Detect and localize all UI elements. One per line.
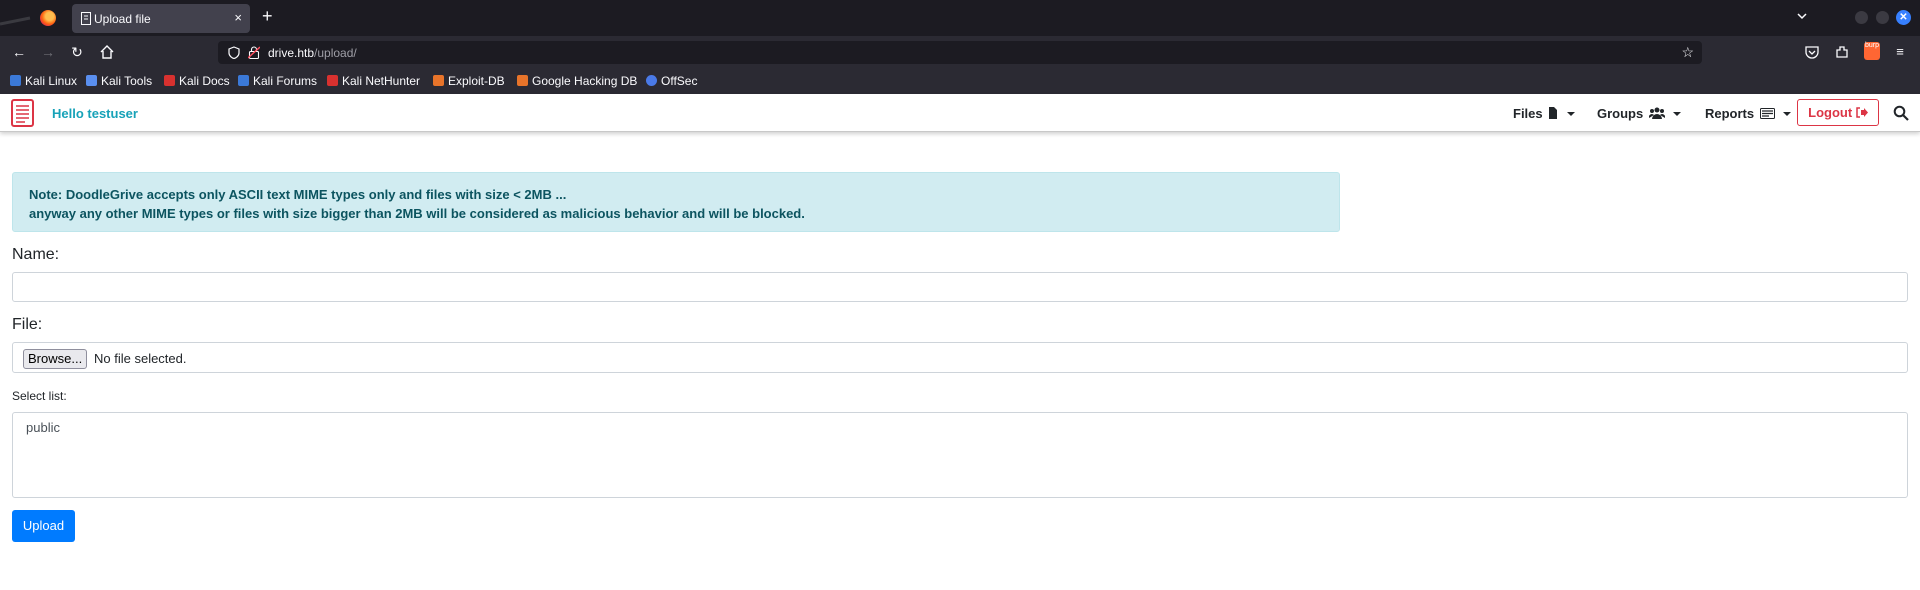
bookmark-label: Exploit-DB <box>448 74 505 88</box>
group-select-list[interactable]: public <box>12 412 1908 498</box>
tab-close-icon[interactable]: × <box>234 10 242 25</box>
search-icon[interactable] <box>1893 105 1909 121</box>
bookmarks-toolbar: Kali Linux Kali Tools Kali Docs Kali For… <box>0 69 1920 94</box>
url-path: /upload/ <box>314 46 357 60</box>
groups-menu[interactable]: Groups <box>1597 106 1682 121</box>
tab-upload-file[interactable]: Upload file × <box>72 4 250 33</box>
select-list-label: Select list: <box>12 389 67 403</box>
bookmark-label: Kali Forums <box>253 74 318 88</box>
bookmark-label: Kali Linux <box>25 74 78 88</box>
bookmark-kali-nethunter[interactable]: Kali NetHunter <box>327 74 420 88</box>
insecure-lock-icon[interactable] <box>248 46 260 59</box>
bookmark-star-icon[interactable]: ☆ <box>1681 44 1694 61</box>
groups-menu-label: Groups <box>1597 106 1644 121</box>
alert-line-1: Note: DoodleGrive accepts only ASCII tex… <box>29 187 567 202</box>
list-all-tabs-icon[interactable] <box>1795 9 1809 23</box>
new-tab-button[interactable]: + <box>262 7 273 25</box>
ghdb-icon <box>517 75 528 86</box>
bookmark-offsec[interactable]: OffSec <box>646 74 697 88</box>
bookmark-google-hacking-db[interactable]: Google Hacking DB <box>517 74 637 88</box>
bookmark-kali-tools[interactable]: Kali Tools <box>86 74 152 88</box>
chevron-down-icon <box>1673 112 1682 116</box>
file-input[interactable]: Browse... No file selected. <box>12 342 1908 373</box>
close-window-button[interactable]: ✕ <box>1896 10 1911 25</box>
kali-icon <box>10 75 21 86</box>
hamburger-menu-icon[interactable]: ≡ <box>1892 44 1908 60</box>
browse-button[interactable]: Browse... <box>23 349 88 369</box>
bookmark-kali-forums[interactable]: Kali Forums <box>238 74 317 88</box>
logout-button[interactable]: Logout <box>1797 99 1879 126</box>
upload-button[interactable]: Upload <box>12 510 75 542</box>
maximize-window-button[interactable] <box>1876 11 1889 24</box>
bookmark-exploit-db[interactable]: Exploit-DB <box>433 74 505 88</box>
files-menu[interactable]: Files <box>1513 106 1575 121</box>
file-label: File: <box>12 316 43 333</box>
greeting-link[interactable]: Hello testuser <box>52 106 138 121</box>
chevron-down-icon <box>1566 112 1575 116</box>
extensions-icon[interactable] <box>1834 44 1850 60</box>
kali-forums-icon <box>238 75 249 86</box>
bookmark-label: Kali NetHunter <box>342 74 421 88</box>
address-bar[interactable]: drive.htb/upload/ ☆ <box>218 41 1702 64</box>
app-navbar: Hello testuser Files Groups Reports Logo… <box>0 94 1920 132</box>
nethunter-icon <box>327 75 338 86</box>
select-option-public[interactable]: public <box>26 420 60 435</box>
url-host: drive.htb <box>268 46 315 60</box>
back-icon[interactable]: ← <box>11 44 27 60</box>
bookmark-kali-docs[interactable]: Kali Docs <box>164 74 230 88</box>
report-card-icon <box>1759 108 1775 119</box>
browser-nav-bar: ← → ↻ drive.htb/upload/ ☆ burp ≡ <box>0 36 1920 69</box>
mime-notice-alert: Note: DoodleGrive accepts only ASCII tex… <box>12 172 1340 232</box>
reports-menu-label: Reports <box>1705 106 1755 121</box>
offsec-icon <box>646 75 657 86</box>
home-icon[interactable] <box>99 44 115 60</box>
bookmark-label: OffSec <box>661 74 698 88</box>
url-text[interactable]: drive.htb/upload/ <box>268 46 357 60</box>
exploit-db-icon <box>433 75 444 86</box>
reload-icon[interactable]: ↻ <box>69 44 85 60</box>
page-icon <box>81 12 91 25</box>
name-label: Name: <box>12 246 60 263</box>
minimize-window-button[interactable] <box>1855 11 1868 24</box>
forward-icon[interactable]: → <box>40 44 56 60</box>
bookmark-label: Kali Tools <box>101 74 153 88</box>
file-icon <box>1549 107 1558 119</box>
browser-tab-bar: Upload file × + ✕ <box>0 0 1920 36</box>
firefox-icon[interactable] <box>40 10 56 26</box>
users-icon <box>1648 107 1665 119</box>
tab-title: Upload file <box>94 12 151 26</box>
reports-menu[interactable]: Reports <box>1705 106 1792 121</box>
sign-out-icon <box>1856 107 1868 118</box>
alert-line-2: anyway any other MIME types or files wit… <box>29 206 805 221</box>
bookmark-label: Kali Docs <box>179 74 230 88</box>
pocket-icon[interactable] <box>1804 44 1820 60</box>
kali-tools-icon <box>86 75 97 86</box>
files-menu-label: Files <box>1513 106 1543 121</box>
chevron-down-icon <box>1783 112 1792 116</box>
no-file-selected-text: No file selected. <box>94 351 187 366</box>
tracking-protection-shield-icon[interactable] <box>228 46 240 59</box>
window-edge-decoration <box>0 16 31 26</box>
document-logo-icon[interactable] <box>9 98 37 128</box>
bookmark-kali-linux[interactable]: Kali Linux <box>10 74 77 88</box>
name-input[interactable] <box>12 272 1908 302</box>
bookmark-label: Google Hacking DB <box>532 74 638 88</box>
logout-label: Logout <box>1808 105 1853 120</box>
burp-extension-icon[interactable]: burp <box>1864 42 1880 60</box>
kali-docs-icon <box>164 75 175 86</box>
